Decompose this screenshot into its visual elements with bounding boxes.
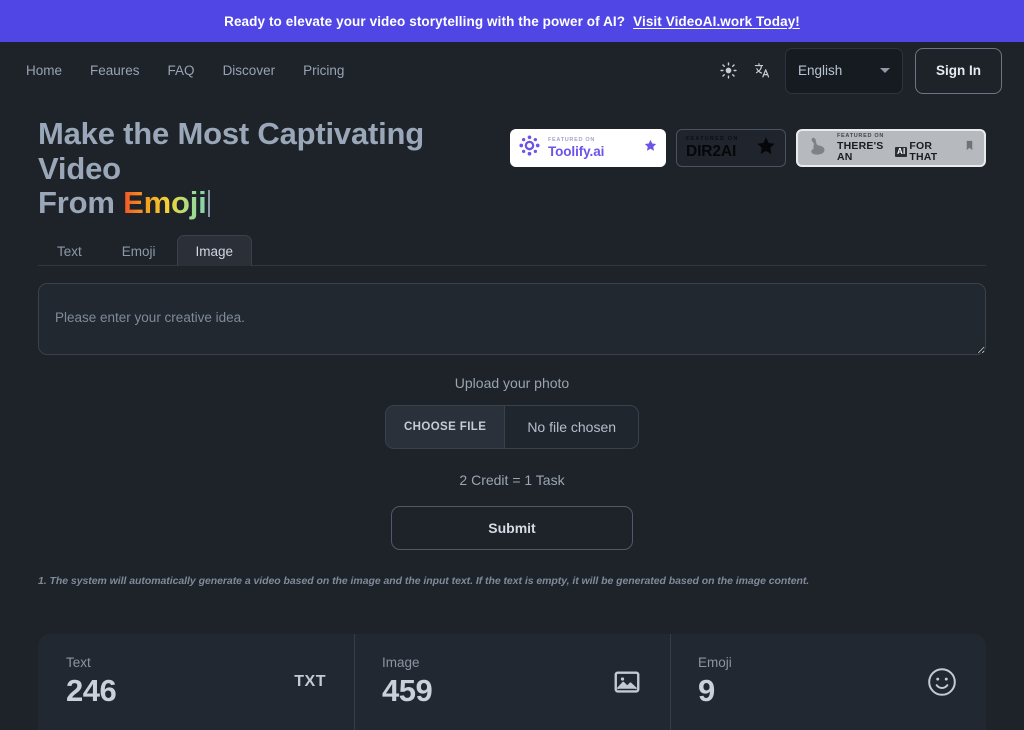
badge-taaft-ai-chip: AI: [895, 146, 908, 157]
badge-toolify-main: Toolify.ai: [548, 144, 605, 159]
upload-photo-label: Upload your photo: [454, 375, 570, 392]
badge-dir2ai[interactable]: FEATURED ON DIR2AI: [676, 129, 786, 167]
sun-icon[interactable]: [717, 60, 739, 82]
nav-item-home[interactable]: Home: [26, 63, 62, 78]
mode-tabs: Text Emoji Image: [38, 235, 986, 267]
hero-title-highlight: Emoji: [123, 185, 207, 221]
site-header: Home Feaures FAQ Discover Pricing Englis…: [0, 42, 1024, 99]
page-title: Make the Most Captivating Video From Emo…: [38, 116, 508, 221]
stat-card-emoji: Emoji 9: [670, 634, 986, 730]
stat-text-info: Text 246: [66, 655, 294, 709]
stat-image-value: 459: [382, 673, 433, 708]
promo-banner-link[interactable]: Visit VideoAI.work Today!: [633, 14, 800, 29]
nav-item-feaures[interactable]: Feaures: [90, 63, 140, 78]
stat-emoji-label: Emoji: [698, 655, 732, 670]
translate-icon[interactable]: [751, 60, 773, 82]
sign-in-button[interactable]: Sign In: [915, 47, 1002, 94]
badge-toolify[interactable]: FEATURED ON Toolify.ai: [510, 129, 666, 167]
language-select[interactable]: English: [785, 47, 903, 94]
badge-dir2ai-text: FEATURED ON DIR2AI: [686, 135, 739, 160]
hero-title-line2-prefix: From: [38, 185, 124, 221]
flexed-arm-icon: [807, 135, 829, 162]
tab-image[interactable]: Image: [176, 235, 253, 267]
badge-toolify-text: FEATURED ON Toolify.ai: [548, 136, 605, 159]
txt-file-icon: TXT: [294, 673, 326, 690]
picture-icon: [612, 667, 642, 697]
nav-item-faq[interactable]: FAQ: [168, 63, 195, 78]
nav-item-discover[interactable]: Discover: [223, 63, 276, 78]
stat-text-label: Text: [66, 655, 91, 670]
promo-banner-text: Ready to elevate your video storytelling…: [224, 13, 626, 29]
badge-taaft-main: THERE'S AN AI FOR THAT: [837, 141, 956, 162]
stat-emoji-info: Emoji 9: [698, 655, 926, 709]
credit-cost-text: 2 Credit = 1 Task: [459, 472, 565, 489]
image-tab-panel: Upload your photo CHOOSE FILE No file ch…: [38, 266, 986, 587]
bookmark-icon: [964, 138, 975, 158]
main-navigation: Home Feaures FAQ Discover Pricing: [26, 63, 344, 78]
header-actions: English Sign In: [717, 47, 1002, 94]
promo-banner: Ready to elevate your video storytelling…: [0, 0, 1024, 42]
badge-theres-an-ai-for-that[interactable]: FEATURED ON THERE'S AN AI FOR THAT: [796, 129, 986, 167]
hero-title-line1: Make the Most Captivating Video: [38, 116, 424, 186]
featured-badges: FEATURED ON Toolify.ai FEATURED ON DIR2A…: [510, 129, 986, 167]
hero-section: Make the Most Captivating Video From Emo…: [0, 99, 1024, 221]
smiley-icon: [926, 666, 958, 698]
language-select-value: English: [798, 63, 843, 78]
nav-item-pricing[interactable]: Pricing: [303, 63, 344, 78]
file-upload-row: CHOOSE FILE No file chosen: [38, 405, 986, 450]
submit-button[interactable]: Submit: [391, 506, 633, 551]
creative-idea-input[interactable]: [38, 283, 986, 356]
stat-card-text: Text 246 TXT: [38, 634, 354, 730]
tab-text[interactable]: Text: [38, 235, 101, 266]
badge-toolify-sub: FEATURED ON: [548, 136, 596, 143]
stat-image-info: Image 459: [382, 655, 612, 709]
star-icon: [644, 139, 657, 157]
star-icon: [756, 136, 776, 161]
badge-taaft-main-part1: THERE'S AN: [837, 140, 884, 163]
chevron-down-icon: [880, 68, 890, 73]
badge-taaft-text: FEATURED ON THERE'S AN AI FOR THAT: [837, 132, 956, 163]
toolify-gear-icon: [519, 135, 540, 161]
generator-panel: Text Emoji Image Upload your photo CHOOS…: [0, 221, 1024, 587]
stat-text-value: 246: [66, 673, 117, 708]
submit-row: Submit: [38, 506, 986, 551]
stat-card-image: Image 459: [354, 634, 670, 730]
photo-file-input[interactable]: CHOOSE FILE No file chosen: [384, 405, 640, 450]
typing-cursor: [207, 190, 210, 218]
badge-taaft-sub: FEATURED ON: [837, 132, 885, 139]
stat-emoji-value: 9: [698, 673, 715, 708]
badge-taaft-main-part2: FOR THAT: [909, 140, 938, 163]
tab-emoji[interactable]: Emoji: [103, 235, 175, 266]
choose-file-button[interactable]: CHOOSE FILE: [385, 406, 506, 449]
chosen-file-name: No file chosen: [527, 419, 617, 436]
badge-dir2ai-main: DIR2AI: [686, 143, 737, 160]
stat-image-label: Image: [382, 655, 420, 670]
stats-bar: Text 246 TXT Image 459 Emoji 9: [38, 634, 986, 730]
generation-footnote: 1. The system will automatically generat…: [38, 575, 810, 588]
badge-dir2ai-sub: FEATURED ON: [686, 135, 739, 142]
